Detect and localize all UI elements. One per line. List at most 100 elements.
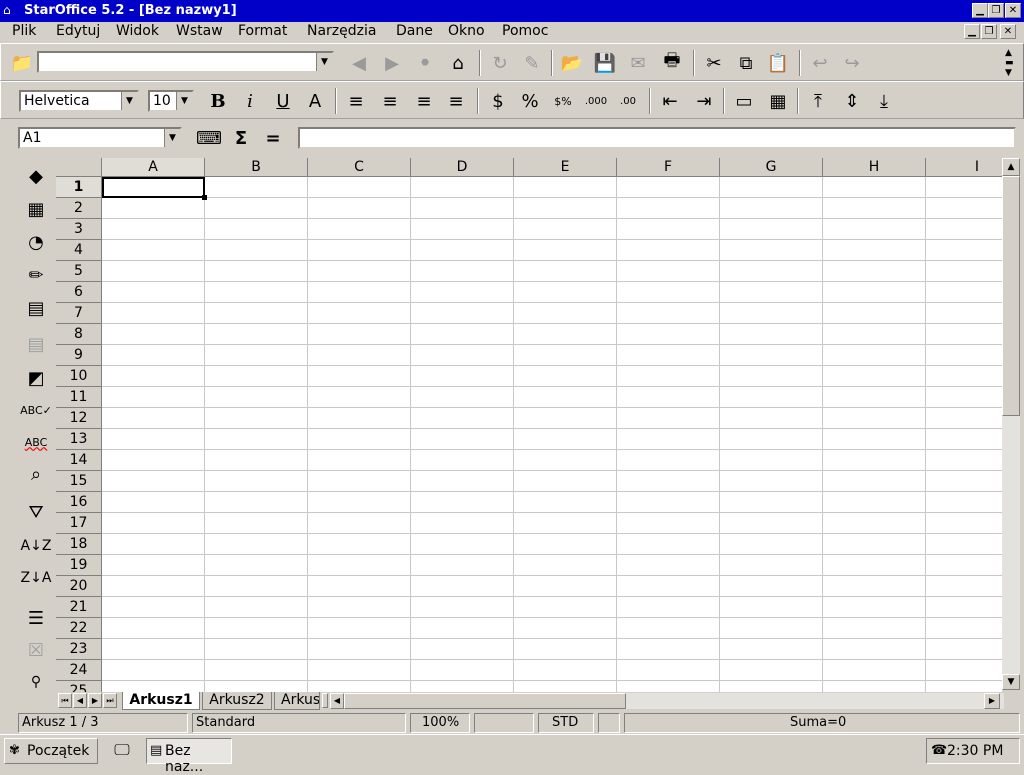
autofilter-icon[interactable]: ⛛ [22, 498, 50, 526]
vertical-scrollbar[interactable]: ▲ ▼ [1002, 158, 1020, 690]
horizontal-scrollbar[interactable]: ◀ ▶ [330, 693, 1004, 709]
function-autopilot-icon[interactable]: ⌨ [196, 125, 222, 151]
row-header[interactable]: 15 [56, 471, 102, 492]
row-header[interactable]: 1 [56, 177, 102, 198]
back-icon[interactable]: ◀ [346, 50, 372, 76]
insert-object-icon[interactable]: ◆ [22, 162, 50, 190]
sum-button[interactable]: Σ [228, 125, 254, 151]
spellcheck-icon[interactable]: ABC✓ [20, 396, 52, 424]
desktop-quicklaunch-icon[interactable]: 🖵 [110, 740, 134, 764]
next-sheet-button[interactable]: ▶ [88, 693, 102, 708]
row-header[interactable]: 22 [56, 618, 102, 639]
column-header-c[interactable]: C [308, 158, 411, 177]
scroll-down-arrow[interactable]: ▼ [1002, 674, 1020, 690]
sheet-tab-2[interactable]: Arkusz2 [202, 692, 272, 710]
status-zoom[interactable]: 100% [422, 714, 459, 732]
borders-icon[interactable]: ▭ [731, 88, 757, 114]
font-name-dropdown-arrow[interactable]: ▼ [121, 92, 137, 110]
column-header-e[interactable]: E [514, 158, 617, 177]
row-header[interactable]: 6 [56, 282, 102, 303]
save-icon[interactable]: 💾 [592, 50, 618, 76]
minimize-button[interactable]: ▁ [972, 3, 988, 18]
row-header[interactable]: 11 [56, 387, 102, 408]
tab-split-handle[interactable] [322, 693, 328, 708]
row-header[interactable]: 23 [56, 639, 102, 660]
stop-icon[interactable]: ⬣ [412, 50, 438, 76]
font-size-select[interactable]: 10 ▼ [148, 90, 194, 112]
prev-sheet-button[interactable]: ◀ [73, 693, 87, 708]
forward-icon[interactable]: ▶ [379, 50, 405, 76]
sort-ascending-icon[interactable]: A↓Z [21, 532, 52, 560]
vertical-scroll-thumb[interactable] [1002, 176, 1020, 416]
menu-wstaw[interactable]: Wstaw [176, 23, 223, 39]
home-icon[interactable]: ⌂ [445, 50, 471, 76]
row-header[interactable]: 20 [56, 576, 102, 597]
insert-picture-icon[interactable]: ◩ [22, 364, 50, 392]
column-header-h[interactable]: H [823, 158, 926, 177]
row-header[interactable]: 18 [56, 534, 102, 555]
menu-dane[interactable]: Dane [396, 23, 433, 39]
menu-narzedzia[interactable]: Narzędzia [307, 23, 376, 39]
italic-icon[interactable]: i [237, 88, 263, 114]
doc-restore-button[interactable]: ❐ [981, 24, 997, 39]
sort-descending-icon[interactable]: Z↓A [21, 564, 52, 592]
column-header-a[interactable]: A [102, 158, 205, 177]
show-draw-functions-icon[interactable]: ⚲ [22, 668, 50, 696]
column-header-d[interactable]: D [411, 158, 514, 177]
network-icon[interactable]: ☎ [931, 743, 947, 758]
row-header[interactable]: 8 [56, 324, 102, 345]
justify-icon[interactable]: ≡ [443, 88, 469, 114]
select-all-corner[interactable] [56, 158, 102, 177]
currency-format-icon[interactable]: $ [485, 88, 511, 114]
row-header[interactable]: 13 [56, 429, 102, 450]
url-dropdown-arrow[interactable]: ▼ [316, 53, 332, 71]
last-sheet-button[interactable]: ⏭ [103, 693, 117, 708]
start-button[interactable]: ✾ Początek [4, 738, 98, 764]
row-header[interactable]: 2 [56, 198, 102, 219]
spreadsheet-grid[interactable]: A B C D E F G H I 1 2 3 4 5 6 7 8 9 10 1… [56, 158, 1002, 692]
font-size-dropdown-arrow[interactable]: ▼ [176, 92, 192, 110]
find-replace-icon[interactable]: ⌕ [22, 460, 50, 488]
remove-decimal-icon[interactable]: .00 [615, 88, 641, 114]
paste-icon[interactable]: 📋 [765, 50, 791, 76]
font-name-select[interactable]: Helvetica ▼ [19, 90, 139, 112]
fill-handle[interactable] [202, 195, 207, 200]
column-header-g[interactable]: G [720, 158, 823, 177]
sheet-tab-1[interactable]: Arkusz1 [122, 692, 200, 710]
column-header-i[interactable]: I [926, 158, 1002, 177]
toolbar-scroll-icon[interactable]: ▲ ▬ ▼ [1005, 48, 1014, 78]
menu-plik[interactable]: Plik [12, 23, 36, 39]
insert-chart-icon[interactable]: ◔ [22, 228, 50, 256]
row-header[interactable]: 25 [56, 681, 102, 692]
menu-widok[interactable]: Widok [116, 23, 159, 39]
increase-indent-icon[interactable]: ⇥ [691, 88, 717, 114]
doc-close-button[interactable]: ✕ [1000, 24, 1016, 39]
mail-icon[interactable]: ✉ [625, 50, 651, 76]
row-header[interactable]: 16 [56, 492, 102, 513]
menu-pomoc[interactable]: Pomoc [502, 23, 548, 39]
close-button[interactable]: ✕ [1005, 3, 1021, 18]
decrease-indent-icon[interactable]: ⇤ [657, 88, 683, 114]
menu-format[interactable]: Format [238, 23, 287, 39]
name-box[interactable]: A1 ▼ [18, 127, 182, 149]
background-color-icon[interactable]: ▦ [765, 88, 791, 114]
maximize-button[interactable]: ❐ [988, 3, 1004, 18]
first-sheet-button[interactable]: ⏮ [58, 693, 72, 708]
font-color-icon[interactable]: A [302, 88, 328, 114]
sheet-tab-3[interactable]: Arkusz3 [274, 692, 320, 710]
undo-icon[interactable]: ↩ [807, 50, 833, 76]
align-top-icon[interactable]: ⤒ [805, 88, 831, 114]
scroll-up-arrow[interactable]: ▲ [1002, 158, 1020, 176]
align-bottom-icon[interactable]: ⤓ [871, 88, 897, 114]
function-button[interactable]: = [260, 125, 286, 151]
formula-input[interactable] [298, 127, 1016, 149]
align-center-icon[interactable]: ≡ [377, 88, 403, 114]
doc-minimize-button[interactable]: ▁ [964, 24, 980, 39]
task-button-document[interactable]: ▤ Bez naz... [146, 738, 232, 775]
form-functions-icon[interactable]: ▤ [22, 294, 50, 322]
row-header[interactable]: 5 [56, 261, 102, 282]
row-header[interactable]: 9 [56, 345, 102, 366]
insert-cells-icon[interactable]: ▦ [22, 195, 50, 223]
open-icon[interactable]: 📂 [559, 50, 585, 76]
row-header[interactable]: 4 [56, 240, 102, 261]
